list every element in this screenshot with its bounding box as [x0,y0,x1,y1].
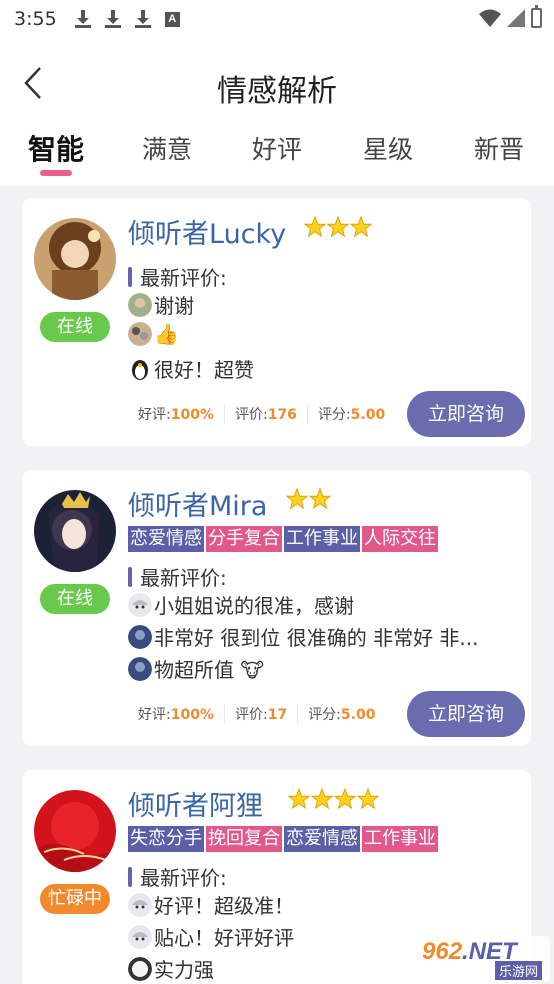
wifi-icon [479,9,501,27]
status-bar: 3:55 A [0,0,554,38]
review-item: 小姐姐说的很准，感谢 [128,590,354,619]
signal-icon [507,9,525,27]
tag-list: 失恋分手 挽回复合 恋爱情感 工作事业 [128,826,438,852]
tag: 分手复合 [206,526,282,552]
download-icon [134,10,151,28]
review-text: 小姐姐说的很准，感谢 [154,594,354,618]
review-text: 谢谢 [154,294,194,318]
listener-name[interactable]: 倾听者Lucky [128,212,286,251]
star-icon [357,788,379,810]
star-icon [350,216,372,238]
consult-now-button[interactable]: 立即咨询 [407,691,525,737]
review-item: 👍 [128,322,179,346]
site-watermark: 962.NET 乐游网 [414,936,550,982]
online-status-badge: 在线 [40,584,110,614]
tab-star-level[interactable]: 星级 [363,130,413,166]
tag-list: 恋爱情感 分手复合 工作事业 人际交往 [128,526,438,552]
tag: 工作事业 [284,526,360,552]
latest-review-heading: 最新评价: [128,562,227,591]
tab-bar: 智能 满意 好评 星级 新晋 [0,128,554,186]
star-icon [334,788,356,810]
tag: 恋爱情感 [284,826,360,852]
stats-row: 好评:100% 评价:176 评分:5.00 [128,394,395,434]
review-text: 贴心！好评好评 [154,926,294,950]
review-text: 好评！超级准！ [154,894,294,918]
star-rating [288,788,379,810]
listener-card[interactable]: 在线 倾听者Lucky 最新评价: 谢谢 👍 很好！超赞 好评:100% 评价:… [22,198,531,446]
star-icon [286,488,308,510]
header: 情感解析 [0,38,554,128]
review-count: 评价:176 [225,404,308,424]
review-item: 很好！超赞 [128,354,254,383]
reviewer-avatar [128,956,152,981]
latest-review-label: 最新评价: [140,566,227,590]
review-text: 实力强 [154,958,214,982]
stats-row: 好评:100% 评价:17 评分:5.00 [128,694,385,734]
score: 评分:5.00 [308,707,376,723]
star-icon [327,216,349,238]
star-icon [304,216,326,238]
review-text: 物超所值 🐮 [154,658,265,682]
download-icon [104,10,121,28]
star-rating [304,216,372,238]
online-status-badge: 在线 [40,312,110,342]
reviewer-avatar [128,656,152,681]
avatar[interactable] [34,218,116,300]
star-icon [288,788,310,810]
tag: 恋爱情感 [128,526,204,552]
notification-a-icon: A [164,11,180,27]
battery-icon [531,5,542,28]
page-title: 情感解析 [217,74,337,109]
watermark-subtitle: 乐游网 [494,961,542,980]
download-icon [74,10,91,28]
review-item: 实力强 [128,954,214,983]
latest-review-label: 最新评价: [140,266,227,290]
tag: 失恋分手 [128,826,204,852]
reviewer-avatar [128,292,152,317]
tag: 人际交往 [362,526,438,552]
latest-review-label: 最新评价: [140,866,227,890]
good-rate: 好评:100% [128,704,225,724]
latest-review-heading: 最新评价: [128,262,227,291]
listener-card[interactable]: 在线 倾听者Mira 恋爱情感 分手复合 工作事业 人际交往 最新评价: 小姐姐… [22,470,531,746]
penguin-icon [132,359,148,380]
tag: 工作事业 [362,826,438,852]
good-rate: 好评:100% [128,404,225,424]
review-item: 非常好 很到位 很准确的 非常好 非... [128,622,479,651]
review-text: 👍 [154,322,179,346]
review-item: 物超所值 🐮 [128,654,264,683]
reviewer-avatar [128,624,152,649]
review-text: 非常好 很到位 很准确的 非常好 非... [154,626,479,650]
review-item: 好评！超级准！ [128,890,294,919]
score: 评分:5.00 [317,407,386,423]
consult-now-button[interactable]: 立即咨询 [407,391,525,437]
star-rating [286,488,331,510]
listener-name[interactable]: 倾听者阿狸 [128,784,263,823]
reviewer-avatar [128,892,152,917]
tab-active-indicator [40,170,72,176]
listener-name[interactable]: 倾听者Mira [128,484,267,523]
reviewer-avatar [128,592,152,617]
tab-good-review[interactable]: 好评 [252,130,302,166]
review-item: 贴心！好评好评 [128,922,294,951]
status-time: 3:55 [14,8,57,30]
reviewer-avatar [128,924,152,949]
star-icon [311,788,333,810]
tab-smart[interactable]: 智能 [28,128,84,168]
avatar[interactable] [34,790,116,872]
reviewer-avatar [128,322,152,346]
tag: 挽回复合 [206,826,282,852]
review-text: 很好！超赞 [154,358,254,382]
avatar[interactable] [34,490,116,572]
star-icon [309,488,331,510]
latest-review-heading: 最新评价: [128,862,227,891]
review-count: 评价:17 [225,704,299,724]
tab-new[interactable]: 新晋 [474,130,524,166]
tab-satisfied[interactable]: 满意 [142,130,192,166]
review-item: 谢谢 [128,290,194,319]
busy-status-badge: 忙碌中 [40,884,110,914]
